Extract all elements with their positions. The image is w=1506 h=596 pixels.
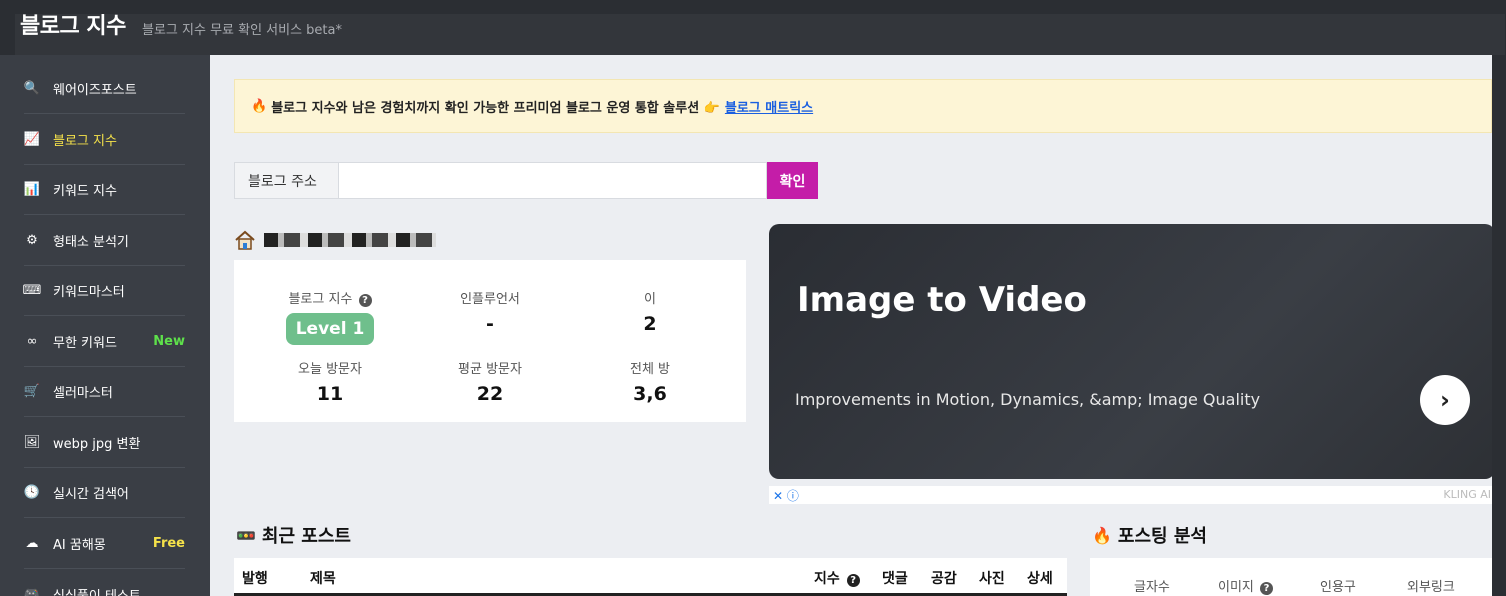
- col-images: 이미지 ?: [1218, 576, 1274, 595]
- col-title[interactable]: 제목: [310, 568, 336, 588]
- image-icon: 🖼: [23, 435, 41, 450]
- sidebar-item-morpheme[interactable]: ⚙ 형태소 분석기: [24, 216, 185, 266]
- col-published[interactable]: 발행: [242, 568, 268, 588]
- col-char-count: 글자수: [1134, 580, 1170, 595]
- free-badge: Free: [152, 536, 185, 551]
- sidebar-item-whereispost[interactable]: 🔍 웨어이즈포스트: [24, 64, 185, 114]
- sidebar-item-fun-test[interactable]: 🎮 심심풀이 테스트: [24, 569, 185, 596]
- recent-posts-heading: 🚥 최근 포스트: [236, 525, 351, 548]
- posting-analysis-heading: 🔥 포스팅 분석: [1092, 525, 1207, 548]
- stat-label: 블로그 지수: [288, 292, 353, 307]
- stat-today-visitors: 오늘 방문자 11: [250, 358, 410, 405]
- blog-address-form: 블로그 주소 확인: [234, 162, 818, 199]
- sidebar-item-label: 심심풀이 테스트: [53, 588, 141, 596]
- keyboard-icon: ⌨: [22, 283, 42, 298]
- question-icon[interactable]: ?: [846, 574, 860, 587]
- home-icon: [235, 230, 255, 250]
- stat-value: 2: [643, 313, 657, 335]
- blog-address-input[interactable]: [339, 162, 767, 199]
- sidebar-item-label: 무한 키워드: [53, 336, 117, 351]
- stat-value: 22: [476, 383, 504, 405]
- blog-address-label: 블로그 주소: [234, 162, 339, 199]
- blog-name-redacted: [264, 233, 436, 247]
- gamepad-icon: 🎮: [23, 586, 41, 596]
- brand-tagline: 블로그 지수 무료 확인 서비스 beta*: [142, 23, 342, 38]
- page-scrollbar[interactable]: [1492, 55, 1506, 596]
- blog-stats-card: 블로그 지수 ? Level 1 인플루언서 - 이 2 오늘 방문자 11 평…: [234, 260, 746, 422]
- level-badge: Level 1: [285, 313, 375, 345]
- ad-title: Image to Video: [797, 280, 1087, 320]
- ad-subtitle: Improvements in Motion, Dynamics, &amp; …: [795, 390, 1261, 409]
- sidebar-item-label: 키워드마스터: [53, 285, 125, 300]
- gear-icon: ⚙: [26, 233, 38, 248]
- col-comments[interactable]: 댓글: [882, 568, 908, 588]
- infinity-icon: ∞: [26, 334, 38, 349]
- col-likes[interactable]: 공감: [931, 568, 957, 588]
- main-content: 🔥 블로그 지수와 남은 경험치까지 확인 가능한 프리미엄 블로그 운영 통합…: [210, 55, 1495, 596]
- stat-label: 인플루언서: [460, 292, 520, 307]
- col-photos[interactable]: 사진: [979, 568, 1005, 588]
- stat-avg-visitors: 평균 방문자 22: [410, 358, 570, 405]
- col-quotes: 인용구: [1320, 580, 1356, 595]
- col-index[interactable]: 지수 ?: [814, 568, 860, 588]
- fire-icon: 🔥: [1092, 525, 1112, 545]
- stat-third: 이 2: [570, 288, 730, 335]
- premium-notice: 🔥 블로그 지수와 남은 경험치까지 확인 가능한 프리미엄 블로그 운영 통합…: [234, 79, 1492, 133]
- question-icon[interactable]: ?: [1260, 582, 1274, 595]
- sidebar-item-label: AI 꿈해몽: [53, 538, 106, 553]
- sidebar-item-webp-convert[interactable]: 🖼 webp jpg 변환: [24, 418, 185, 468]
- sidebar-item-label: 실시간 검색어: [53, 487, 129, 502]
- sidebar-item-seller-master[interactable]: 🛒 셀러마스터: [24, 367, 185, 417]
- stat-blog-index: 블로그 지수 ? Level 1: [250, 288, 410, 345]
- cart-icon: 🛒: [23, 384, 41, 399]
- ad-footer: ✕ ⓘ KLING AI: [769, 486, 1495, 504]
- stat-label: 평균 방문자: [458, 362, 522, 377]
- sidebar-item-label: 블로그 지수: [53, 134, 117, 149]
- stat-influencer: 인플루언서 -: [410, 288, 570, 335]
- col-external-links: 외부링크: [1407, 580, 1455, 595]
- question-icon[interactable]: ?: [358, 294, 372, 307]
- chevron-right-icon[interactable]: ›: [1420, 375, 1470, 425]
- sidebar-item-realtime-search[interactable]: 🕓 실시간 검색어: [24, 468, 185, 518]
- chart-line-icon: 📈: [23, 132, 41, 147]
- blog-name-row: [234, 226, 436, 254]
- sidebar-item-keyword-master[interactable]: ⌨ 키워드마스터: [22, 266, 185, 316]
- top-header: 블로그 지수 블로그 지수 무료 확인 서비스 beta*: [0, 0, 1506, 55]
- sidebar-item-label: 형태소 분석기: [53, 235, 129, 250]
- col-details[interactable]: 상세: [1027, 568, 1053, 588]
- recent-posts-table: 발행 제목 지수 ? 댓글 공감 사진 상세: [234, 558, 1067, 596]
- sidebar: 🔍 웨어이즈포스트 📈 블로그 지수 📊 키워드 지수 ⚙ 형태소 분석기 ⌨ …: [0, 55, 210, 596]
- stat-total-visitors: 전체 방 3,6: [570, 358, 730, 405]
- ad-brand: KLING AI: [1443, 488, 1491, 501]
- sidebar-item-label: 웨어이즈포스트: [53, 83, 137, 98]
- cloud-icon: ☁: [25, 536, 39, 551]
- blog-matrix-link[interactable]: 블로그 매트릭스: [725, 97, 813, 116]
- ad-close-icon[interactable]: ✕ ⓘ: [773, 487, 799, 504]
- sidebar-item-keyword-index[interactable]: 📊 키워드 지수: [24, 165, 185, 215]
- notice-text: 블로그 지수와 남은 경험치까지 확인 가능한 프리미엄 블로그 운영 통합 솔…: [271, 100, 720, 116]
- posting-analysis-table: 글자수 이미지 ? 인용구 외부링크: [1090, 558, 1492, 596]
- fire-icon: 🔥: [251, 98, 268, 114]
- sidebar-item-label: 키워드 지수: [53, 184, 117, 199]
- ad-banner[interactable]: Image to Video Improvements in Motion, D…: [769, 224, 1495, 479]
- sidebar-item-ai-dream[interactable]: ☁ AI 꿈해몽 Free: [24, 519, 185, 569]
- clock-icon: 🕓: [23, 485, 41, 500]
- stat-label: 오늘 방문자: [298, 362, 362, 377]
- stat-value: 11: [316, 383, 344, 405]
- new-badge: New: [153, 334, 185, 349]
- stat-value: 3,6: [633, 383, 667, 405]
- confirm-button[interactable]: 확인: [767, 162, 818, 199]
- bar-chart-icon: 📊: [23, 182, 41, 197]
- sidebar-item-infinite-keyword[interactable]: ∞ 무한 키워드 New: [24, 317, 185, 367]
- sidebar-item-label: 셀러마스터: [53, 386, 113, 401]
- brand-title[interactable]: 블로그 지수: [20, 8, 126, 40]
- traffic-light-icon: 🚥: [236, 525, 256, 545]
- sidebar-item-label: webp jpg 변환: [53, 437, 141, 452]
- stat-label: 이: [644, 292, 656, 307]
- search-icon: 🔍: [23, 81, 41, 96]
- sidebar-item-blog-index[interactable]: 📈 블로그 지수: [24, 115, 185, 165]
- stat-value: -: [486, 313, 494, 335]
- stat-label: 전체 방: [629, 362, 670, 377]
